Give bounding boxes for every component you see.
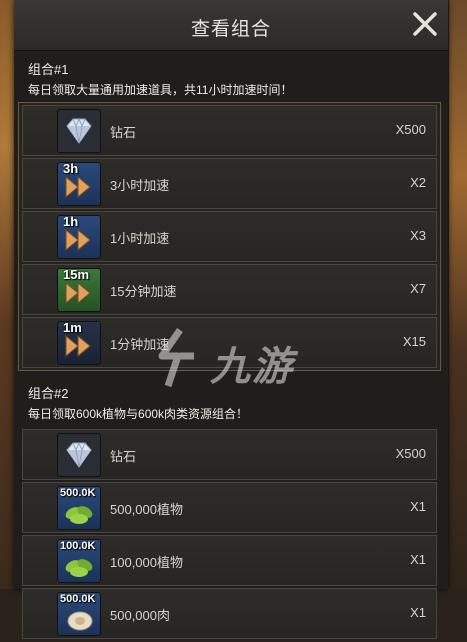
- amount-tag: 500.0K: [60, 487, 96, 499]
- item-quantity: X2: [410, 175, 426, 190]
- diamond-icon: [57, 109, 101, 153]
- item-name: 钻石: [110, 125, 137, 140]
- item-quantity: X500: [395, 122, 426, 137]
- item-name: 100,000植物: [110, 555, 183, 570]
- group-2-description: 每日领取600k植物与600k肉类资源组合！: [28, 407, 249, 421]
- diamond-icon: [57, 433, 101, 477]
- item-name: 钻石: [110, 449, 137, 464]
- bundle-dialog: 查看组合 组合#1 每日领取大量通用加速道具，共11小时加速时间！ 钻石 X50…: [14, 0, 448, 639]
- plant-icon: 500.0K: [57, 486, 101, 530]
- group-2-item-list: 钻石 X500 500.0K 500,000植物 X1 100.0K 100,0…: [18, 426, 441, 642]
- plant-icon: 100.0K: [57, 539, 101, 583]
- item-name: 15分钟加速: [110, 284, 177, 299]
- item-name: 3小时加速: [110, 178, 170, 193]
- close-button[interactable]: [410, 9, 440, 39]
- meat-icon: 500.0K: [57, 592, 101, 636]
- watermark-logo-icon: [158, 328, 194, 388]
- game-background-right: [449, 0, 467, 589]
- speedup-icon: 15m: [57, 268, 101, 312]
- list-item: 500.0K 500,000肉 X1: [22, 588, 437, 639]
- list-item: 100.0K 100,000植物 X1: [22, 535, 437, 586]
- watermark: 九游: [150, 326, 320, 396]
- item-name: 500,000植物: [110, 502, 183, 517]
- list-item: 15m 15分钟加速 X7: [22, 264, 437, 315]
- speedup-icon: 1h: [57, 215, 101, 259]
- dialog-header: 查看组合: [14, 0, 448, 51]
- group-1-description: 每日领取大量通用加速道具，共11小时加速时间！: [28, 83, 293, 97]
- list-item: 钻石 X500: [22, 429, 437, 480]
- item-quantity: X7: [410, 281, 426, 296]
- amount-tag: 100.0K: [60, 540, 96, 552]
- duration-tag: 15m: [63, 268, 90, 282]
- item-quantity: X1: [410, 552, 426, 567]
- item-name: 1小时加速: [110, 231, 170, 246]
- item-quantity: X1: [410, 605, 426, 620]
- watermark-text: 九游: [210, 345, 294, 389]
- duration-tag: 1m: [63, 321, 82, 335]
- group-1-title: 组合#1: [28, 62, 69, 77]
- speedup-icon: 3h: [57, 162, 101, 206]
- item-quantity: X500: [395, 446, 426, 461]
- item-quantity: X15: [402, 334, 426, 349]
- duration-tag: 1h: [63, 215, 79, 229]
- list-item: 500.0K 500,000植物 X1: [22, 482, 437, 533]
- duration-tag: 3h: [63, 162, 79, 176]
- list-item: 1h 1小时加速 X3: [22, 211, 437, 262]
- list-item: 钻石 X500: [22, 105, 437, 156]
- item-name: 500,000肉: [110, 608, 170, 623]
- list-item: 3h 3小时加速 X2: [22, 158, 437, 209]
- close-icon: [413, 12, 437, 36]
- speedup-icon: 1m: [57, 321, 101, 365]
- item-quantity: X1: [410, 499, 426, 514]
- dialog-title: 查看组合: [190, 19, 271, 40]
- item-quantity: X3: [410, 228, 426, 243]
- amount-tag: 500.0K: [60, 593, 96, 605]
